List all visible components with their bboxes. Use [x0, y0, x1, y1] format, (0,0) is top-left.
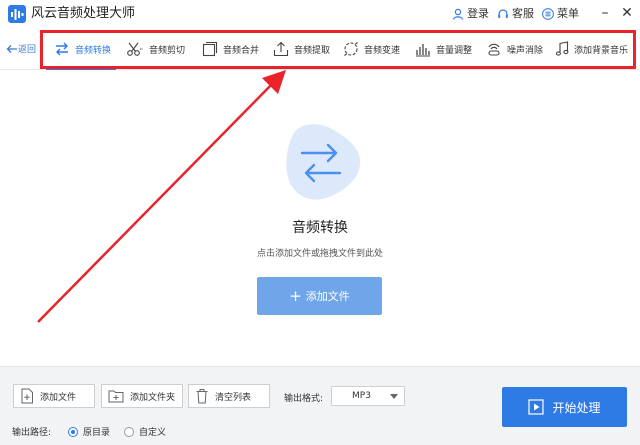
- toolbar-highlight-box: [40, 30, 636, 69]
- service-button[interactable]: 客服: [497, 5, 534, 23]
- headset-icon: [498, 9, 508, 18]
- add-file-button[interactable]: + 添加文件: [257, 277, 382, 315]
- radio-custom-label: 自定义: [139, 428, 167, 438]
- clear-list-label: 清空列表: [215, 392, 252, 403]
- convert-illustration-icon: [286, 124, 361, 200]
- add-file-small-button[interactable]: 添加文件: [13, 384, 95, 408]
- app-logo-icon: [8, 5, 26, 23]
- output-format-value: MP3: [352, 391, 371, 401]
- arrow-left-icon: [6, 44, 17, 53]
- plus-icon: +: [289, 286, 302, 305]
- back-label: 返回: [18, 45, 37, 55]
- trash-icon: [196, 389, 208, 404]
- title-bar: 风云音频处理大师 登录 客服 菜单 – ✕: [0, 0, 640, 28]
- back-button[interactable]: 返回: [6, 42, 36, 55]
- play-icon: [528, 399, 545, 415]
- output-path-label: 输出路径:: [12, 428, 52, 438]
- add-file-small-label: 添加文件: [40, 392, 77, 403]
- app-title: 风云音频处理大师: [31, 6, 136, 21]
- radio-original-dir[interactable]: 原目录: [68, 425, 110, 438]
- close-button[interactable]: ✕: [618, 3, 636, 23]
- start-process-button[interactable]: 开始处理: [502, 387, 627, 427]
- folder-add-icon: [108, 390, 124, 403]
- radio-unselected-icon: [124, 426, 134, 437]
- drop-zone[interactable]: 音频转换 点击添加文件或拖拽文件到此处 + 添加文件: [0, 71, 640, 366]
- file-add-icon: [21, 388, 33, 404]
- login-label: 登录: [467, 7, 489, 20]
- chevron-down-icon: [390, 394, 398, 399]
- radio-original-label: 原目录: [83, 428, 111, 438]
- bottom-panel: 添加文件 添加文件夹 清空列表 输出格式: MP3 开始处理 输出路径: 原目录…: [0, 366, 640, 445]
- menu-label: 菜单: [557, 7, 579, 20]
- radio-selected-icon: [68, 426, 78, 437]
- service-label: 客服: [512, 7, 534, 20]
- minimize-button[interactable]: –: [596, 3, 614, 23]
- add-file-label: 添加文件: [305, 290, 350, 303]
- page-title: 音频转换: [292, 220, 348, 236]
- drop-hint: 点击添加文件或拖拽文件到此处: [256, 249, 383, 259]
- menu-icon: [542, 8, 554, 20]
- add-folder-label: 添加文件夹: [130, 392, 176, 403]
- output-format-select[interactable]: MP3: [331, 386, 405, 406]
- clear-list-button[interactable]: 清空列表: [188, 384, 270, 408]
- radio-custom-dir[interactable]: 自定义: [124, 425, 166, 438]
- menu-button[interactable]: 菜单: [542, 5, 579, 23]
- start-process-label: 开始处理: [552, 400, 601, 415]
- login-button[interactable]: 登录: [452, 5, 489, 23]
- user-icon: [452, 8, 464, 20]
- output-format-label: 输出格式:: [284, 394, 324, 404]
- add-folder-button[interactable]: 添加文件夹: [101, 384, 183, 408]
